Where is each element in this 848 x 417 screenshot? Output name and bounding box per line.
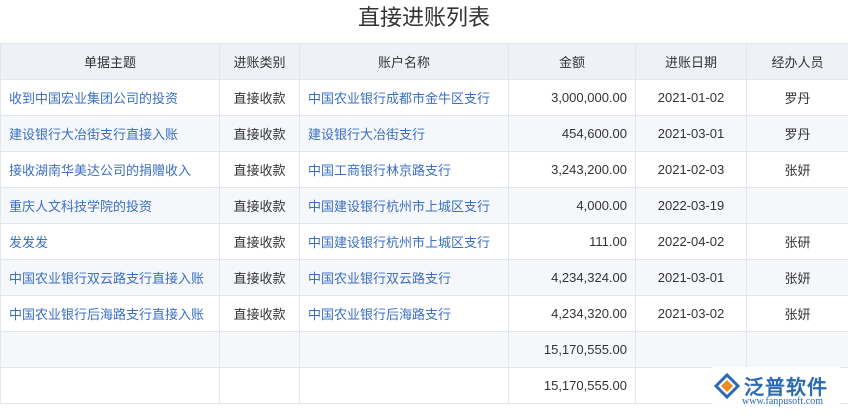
row-category: 直接收款 xyxy=(219,187,300,224)
fanpu-logo: 泛普软件 www.fanpusoft.com xyxy=(712,367,840,411)
row-amount: 111.00 xyxy=(508,223,636,260)
row-category: 直接收款 xyxy=(219,115,300,152)
row-date: 2022-03-19 xyxy=(635,187,747,224)
total-empty-cell xyxy=(0,367,220,404)
row-account-link[interactable]: 中国建设银行杭州市上城区支行 xyxy=(299,187,509,224)
row-category: 直接收款 xyxy=(219,79,300,116)
total-amount: 15,170,555.00 xyxy=(508,367,636,404)
page-title: 直接进账列表 xyxy=(357,5,490,30)
column-header-handler[interactable]: 经办人员 xyxy=(746,43,848,80)
row-account-link[interactable]: 中国农业银行双云路支行 xyxy=(299,259,509,296)
total-empty-cell xyxy=(299,367,509,404)
column-header-amount[interactable]: 金额 xyxy=(508,43,636,80)
row-handler: 罗丹 xyxy=(746,115,848,152)
fanpu-logo-icon xyxy=(713,372,741,400)
table-row[interactable]: 中国农业银行后海路支行直接入账 直接收款 中国农业银行后海路支行 4,234,3… xyxy=(0,295,848,332)
row-handler: 罗丹 xyxy=(746,79,848,116)
row-category: 直接收款 xyxy=(219,259,300,296)
row-subject-link[interactable]: 中国农业银行双云路支行直接入账 xyxy=(0,259,220,296)
table-row[interactable]: 接收湖南华美达公司的捐赠收入 直接收款 中国工商银行林京路支行 3,243,20… xyxy=(0,151,848,188)
column-header-date[interactable]: 进账日期 xyxy=(635,43,747,80)
row-account-link[interactable]: 中国建设银行杭州市上城区支行 xyxy=(299,223,509,260)
row-handler: 张妍 xyxy=(746,259,848,296)
subtotal-empty-cell xyxy=(635,331,747,368)
subtotal-empty-cell xyxy=(0,331,220,368)
row-date: 2021-03-02 xyxy=(635,295,747,332)
row-date: 2022-04-02 xyxy=(635,223,747,260)
row-handler: 张研 xyxy=(746,223,848,260)
subtotal-empty-cell xyxy=(299,331,509,368)
table-row[interactable]: 中国农业银行双云路支行直接入账 直接收款 中国农业银行双云路支行 4,234,3… xyxy=(0,259,848,296)
row-date: 2021-03-01 xyxy=(635,259,747,296)
row-account-link[interactable]: 中国农业银行后海路支行 xyxy=(299,295,509,332)
table-row[interactable]: 发发发 直接收款 中国建设银行杭州市上城区支行 111.00 2022-04-0… xyxy=(0,223,848,260)
subtotal-empty-cell xyxy=(746,331,848,368)
table-row[interactable]: 建设银行大冶街支行直接入账 直接收款 建设银行大冶街支行 454,600.00 … xyxy=(0,115,848,152)
row-date: 2021-01-02 xyxy=(635,79,747,116)
row-subject-link[interactable]: 收到中国宏业集团公司的投资 xyxy=(0,79,220,116)
column-header-category[interactable]: 进账类别 xyxy=(219,43,300,80)
row-category: 直接收款 xyxy=(219,223,300,260)
subtotal-empty-cell xyxy=(219,331,300,368)
subtotal-row: 15,170,555.00 xyxy=(0,331,848,368)
row-amount: 3,000,000.00 xyxy=(508,79,636,116)
row-account-link[interactable]: 中国工商银行林京路支行 xyxy=(299,151,509,188)
row-amount: 4,234,320.00 xyxy=(508,295,636,332)
row-category: 直接收款 xyxy=(219,295,300,332)
logo-url: www.fanpusoft.com xyxy=(742,396,824,407)
table-row[interactable]: 收到中国宏业集团公司的投资 直接收款 中国农业银行成都市金牛区支行 3,000,… xyxy=(0,79,848,116)
subtotal-amount: 15,170,555.00 xyxy=(508,331,636,368)
row-handler: 张妍 xyxy=(746,295,848,332)
row-subject-link[interactable]: 接收湖南华美达公司的捐赠收入 xyxy=(0,151,220,188)
row-amount: 454,600.00 xyxy=(508,115,636,152)
column-header-account[interactable]: 账户名称 xyxy=(299,43,509,80)
row-date: 2021-03-01 xyxy=(635,115,747,152)
row-handler xyxy=(746,187,848,224)
direct-income-table: 单据主题 进账类别 账户名称 金额 进账日期 经办人员 收到中国宏业集团公司的投… xyxy=(0,43,848,404)
row-amount: 3,243,200.00 xyxy=(508,151,636,188)
row-account-link[interactable]: 中国农业银行成都市金牛区支行 xyxy=(299,79,509,116)
row-subject-link[interactable]: 建设银行大冶街支行直接入账 xyxy=(0,115,220,152)
row-subject-link[interactable]: 重庆人文科技学院的投资 xyxy=(0,187,220,224)
table-row[interactable]: 重庆人文科技学院的投资 直接收款 中国建设银行杭州市上城区支行 4,000.00… xyxy=(0,187,848,224)
row-subject-link[interactable]: 中国农业银行后海路支行直接入账 xyxy=(0,295,220,332)
row-amount: 4,000.00 xyxy=(508,187,636,224)
row-account-link[interactable]: 建设银行大冶街支行 xyxy=(299,115,509,152)
row-handler: 张妍 xyxy=(746,151,848,188)
row-amount: 4,234,324.00 xyxy=(508,259,636,296)
row-date: 2021-02-03 xyxy=(635,151,747,188)
row-subject-link[interactable]: 发发发 xyxy=(0,223,220,260)
total-empty-cell xyxy=(219,367,300,404)
table-header-row: 单据主题 进账类别 账户名称 金额 进账日期 经办人员 xyxy=(0,43,848,80)
row-category: 直接收款 xyxy=(219,151,300,188)
column-header-subject[interactable]: 单据主题 xyxy=(0,43,220,80)
